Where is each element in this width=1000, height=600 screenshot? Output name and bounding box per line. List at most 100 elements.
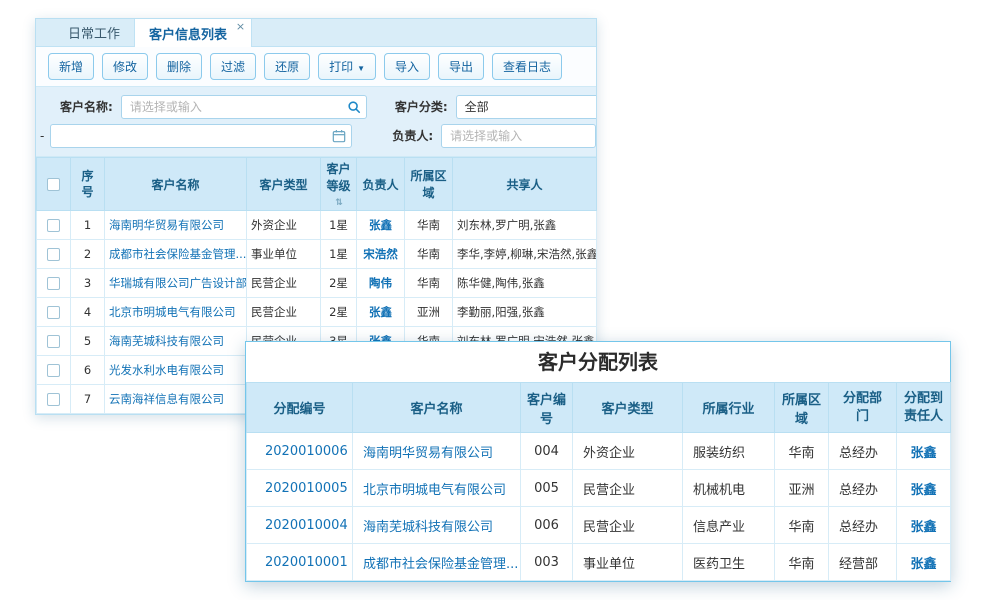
cell-no: 2	[71, 240, 105, 269]
cell-customer-type: 事业单位	[573, 544, 683, 581]
checkbox-cell	[37, 356, 71, 385]
owner-link[interactable]: 张鑫	[369, 305, 392, 319]
calendar-icon[interactable]	[332, 129, 346, 143]
cell-level: 1星	[321, 240, 357, 269]
cell-region: 亚洲	[405, 298, 453, 327]
cell-customer-no: 005	[521, 470, 573, 507]
alloc-no-link[interactable]: 2020010001	[265, 555, 348, 570]
owner-input[interactable]	[441, 124, 596, 148]
col-header-alloc-no[interactable]: 分配编号	[247, 383, 353, 433]
edit-button[interactable]: 修改	[102, 53, 148, 80]
col-header-assignee[interactable]: 分配到责任人	[897, 383, 951, 433]
select-all-checkbox[interactable]	[47, 178, 60, 191]
table-row[interactable]: 3 华瑞城有限公司广告设计部 民营企业 2星 陶伟 华南 陈华健,陶伟,张鑫	[37, 269, 597, 298]
col-header-customer-type[interactable]: 客户类型	[247, 158, 321, 211]
row-checkbox[interactable]	[47, 306, 60, 319]
date-input[interactable]	[50, 124, 352, 148]
cell-level: 2星	[321, 298, 357, 327]
customer-category-select[interactable]: 全部	[456, 95, 596, 119]
table-row[interactable]: 2020010006 海南明华贸易有限公司 004 外资企业 服装纺织 华南 总…	[247, 433, 951, 470]
assignee-link[interactable]: 张鑫	[910, 446, 936, 461]
row-checkbox[interactable]	[47, 393, 60, 406]
cell-assignee: 张鑫	[897, 544, 951, 581]
col-header-customer-name[interactable]: 客户名称	[353, 383, 521, 433]
col-header-owner[interactable]: 负责人	[357, 158, 405, 211]
col-header-region[interactable]: 所属区域	[775, 383, 829, 433]
search-icon[interactable]	[347, 100, 361, 114]
customer-name-link[interactable]: 华瑞城有限公司广告设计部	[109, 276, 247, 290]
cell-assignee: 张鑫	[897, 507, 951, 544]
assignee-link[interactable]: 张鑫	[910, 520, 936, 535]
table-row[interactable]: 2020010005 北京市明城电气有限公司 005 民营企业 机械机电 亚洲 …	[247, 470, 951, 507]
assignee-link[interactable]: 张鑫	[910, 483, 936, 498]
cell-level: 2星	[321, 269, 357, 298]
cell-region: 华南	[405, 211, 453, 240]
table-row[interactable]: 2020010001 成都市社会保险基金管理... 003 事业单位 医药卫生 …	[247, 544, 951, 581]
close-tab-icon[interactable]: ×	[236, 20, 245, 33]
delete-button[interactable]: 删除	[156, 53, 202, 80]
col-header-dept[interactable]: 分配部门	[829, 383, 897, 433]
customer-name-link[interactable]: 成都市社会保险基金管理...	[363, 557, 518, 572]
add-button[interactable]: 新增	[48, 53, 94, 80]
customer-name-link[interactable]: 海南芜城科技有限公司	[109, 334, 224, 348]
alloc-no-link[interactable]: 2020010005	[265, 481, 348, 496]
cell-no: 1	[71, 211, 105, 240]
row-checkbox[interactable]	[47, 277, 60, 290]
allocation-list-title: 客户分配列表	[246, 342, 950, 382]
cell-customer-name: 成都市社会保险基金管理...	[105, 240, 247, 269]
customer-name-link[interactable]: 海南明华贸易有限公司	[363, 446, 493, 461]
owner-label: 负责人:	[392, 127, 433, 144]
filter-button[interactable]: 过滤	[210, 53, 256, 80]
import-button[interactable]: 导入	[384, 53, 430, 80]
owner-link[interactable]: 陶伟	[369, 276, 392, 290]
checkbox-cell	[37, 385, 71, 414]
customer-name-link[interactable]: 云南海祥信息有限公司	[109, 392, 224, 406]
export-button[interactable]: 导出	[438, 53, 484, 80]
print-button[interactable]: 打印▼	[318, 53, 376, 80]
cell-customer-name: 北京市明城电气有限公司	[353, 470, 521, 507]
cell-customer-name: 成都市社会保险基金管理...	[353, 544, 521, 581]
col-header-customer-type[interactable]: 客户类型	[573, 383, 683, 433]
customer-name-link[interactable]: 北京市明城电气有限公司	[109, 305, 236, 319]
cell-owner: 张鑫	[357, 298, 405, 327]
customer-name-input[interactable]	[121, 95, 367, 119]
alloc-no-link[interactable]: 2020010006	[265, 444, 348, 459]
table-row[interactable]: 2 成都市社会保险基金管理... 事业单位 1星 宋浩然 华南 李华,李婷,柳琳…	[37, 240, 597, 269]
cell-industry: 信息产业	[683, 507, 775, 544]
table-row[interactable]: 1 海南明华贸易有限公司 外资企业 1星 张鑫 华南 刘东林,罗广明,张鑫	[37, 211, 597, 240]
owner-link[interactable]: 张鑫	[369, 218, 392, 232]
cell-alloc-no: 2020010006	[247, 433, 353, 470]
cell-shared: 李勤丽,阳强,张鑫	[453, 298, 597, 327]
col-header-shared[interactable]: 共享人	[453, 158, 597, 211]
col-header-region[interactable]: 所属区域	[405, 158, 453, 211]
customer-name-link[interactable]: 海南明华贸易有限公司	[109, 218, 224, 232]
tab-daily-work[interactable]: 日常工作	[54, 19, 134, 46]
assignee-link[interactable]: 张鑫	[910, 557, 936, 572]
cell-assignee: 张鑫	[897, 433, 951, 470]
customer-name-link[interactable]: 光发水利水电有限公司	[109, 363, 224, 377]
col-header-no[interactable]: 序号	[71, 158, 105, 211]
col-header-customer-level[interactable]: 客户等级⇅	[321, 158, 357, 211]
alloc-no-link[interactable]: 2020010004	[265, 518, 348, 533]
col-header-industry[interactable]: 所属行业	[683, 383, 775, 433]
row-checkbox[interactable]	[47, 219, 60, 232]
checkbox-cell	[37, 240, 71, 269]
customer-category-label: 客户分类:	[395, 98, 448, 115]
date-range-dash: -	[40, 129, 44, 143]
tab-customer-info-list[interactable]: 客户信息列表 ×	[134, 19, 252, 47]
row-checkbox[interactable]	[47, 335, 60, 348]
table-row[interactable]: 4 北京市明城电气有限公司 民营企业 2星 张鑫 亚洲 李勤丽,阳强,张鑫	[37, 298, 597, 327]
table-row[interactable]: 2020010004 海南芜城科技有限公司 006 民营企业 信息产业 华南 总…	[247, 507, 951, 544]
tab-bar: 日常工作 客户信息列表 ×	[36, 19, 596, 47]
customer-name-link[interactable]: 成都市社会保险基金管理...	[109, 247, 246, 261]
owner-link[interactable]: 宋浩然	[363, 247, 398, 261]
view-log-button[interactable]: 查看日志	[492, 53, 562, 80]
col-header-customer-name[interactable]: 客户名称	[105, 158, 247, 211]
row-checkbox[interactable]	[47, 248, 60, 261]
customer-name-link[interactable]: 海南芜城科技有限公司	[363, 520, 493, 535]
col-header-customer-no[interactable]: 客户编号	[521, 383, 573, 433]
sort-icon[interactable]: ⇅	[335, 198, 343, 208]
customer-name-link[interactable]: 北京市明城电气有限公司	[363, 483, 506, 498]
row-checkbox[interactable]	[47, 364, 60, 377]
restore-button[interactable]: 还原	[264, 53, 310, 80]
